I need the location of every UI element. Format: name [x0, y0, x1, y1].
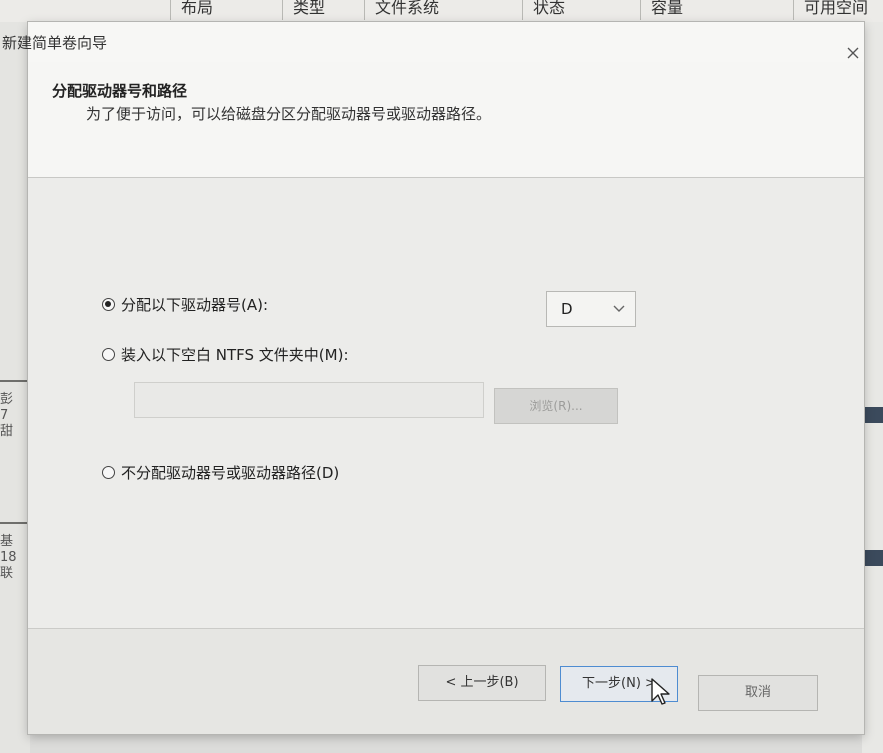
- chevron-down-icon: [613, 305, 625, 312]
- close-icon[interactable]: [846, 46, 860, 60]
- no-drive-letter-label: 不分配驱动器号或驱动器路径(D): [121, 464, 340, 482]
- no-drive-letter-option[interactable]: 不分配驱动器号或驱动器路径(D): [102, 462, 339, 483]
- browse-button[interactable]: 浏览(R)...: [494, 388, 618, 424]
- assign-drive-letter-option[interactable]: 分配以下驱动器号(A):: [102, 294, 268, 315]
- wizard-header: 分配驱动器号和路径 为了便于访问，可以给磁盘分区分配驱动器号或驱动器路径。: [28, 62, 864, 178]
- folder-path-input[interactable]: [134, 382, 484, 418]
- assign-drive-letter-label: 分配以下驱动器号(A):: [121, 296, 269, 314]
- background-text: 联: [0, 566, 14, 581]
- background-text: 甜: [0, 424, 14, 439]
- mount-ntfs-folder-option[interactable]: 装入以下空白 NTFS 文件夹中(M):: [102, 344, 349, 365]
- column-header-capacity[interactable]: 容量: [640, 0, 790, 20]
- window-title: 新建简单卷向导: [2, 34, 108, 52]
- column-header-status[interactable]: 状态: [522, 0, 637, 20]
- mount-ntfs-folder-radio[interactable]: [102, 348, 115, 361]
- column-header-layout[interactable]: 布局: [170, 0, 280, 20]
- drive-letter-select[interactable]: D: [546, 291, 636, 327]
- no-drive-letter-radio[interactable]: [102, 466, 115, 479]
- background-disk-map: [862, 22, 883, 753]
- cancel-button[interactable]: 取消: [698, 675, 818, 711]
- step-title: 分配驱动器号和路径: [52, 82, 188, 100]
- background-text: 彭: [0, 392, 14, 407]
- new-simple-volume-wizard: 新建简单卷向导 分配驱动器号和路径 为了便于访问，可以给磁盘分区分配驱动器号或驱…: [2, 22, 864, 734]
- step-description: 为了便于访问，可以给磁盘分区分配驱动器号或驱动器路径。: [86, 105, 492, 123]
- wizard-body: 分配以下驱动器号(A): D 装入以下空白 NTFS 文件夹中(M): 浏览(R…: [28, 178, 864, 638]
- background-text: 基: [0, 534, 14, 549]
- background-text: 7: [0, 408, 9, 423]
- drive-letter-value: D: [561, 300, 573, 318]
- partition-bar[interactable]: [862, 407, 883, 423]
- divider: [0, 380, 30, 382]
- wizard-footer: < 上一步(B) 下一步(N) > 取消: [28, 629, 864, 734]
- column-header-free-space[interactable]: 可用空间: [793, 0, 883, 20]
- divider: [0, 522, 30, 524]
- mount-ntfs-folder-label: 装入以下空白 NTFS 文件夹中(M):: [121, 346, 349, 364]
- back-button[interactable]: < 上一步(B): [418, 665, 546, 701]
- disk-list-header: 布局 类型 文件系统 状态 容量 可用空间: [0, 0, 883, 23]
- mouse-cursor-icon: [651, 678, 670, 705]
- background-disk-list: 彭 7 甜 基 18 联: [0, 22, 30, 753]
- title-bar[interactable]: 新建简单卷向导: [2, 22, 864, 62]
- column-header-filesystem[interactable]: 文件系统: [364, 0, 494, 20]
- assign-drive-letter-radio[interactable]: [102, 298, 115, 311]
- column-header-type[interactable]: 类型: [282, 0, 362, 20]
- partition-bar[interactable]: [862, 550, 883, 566]
- background-text: 18: [0, 550, 17, 565]
